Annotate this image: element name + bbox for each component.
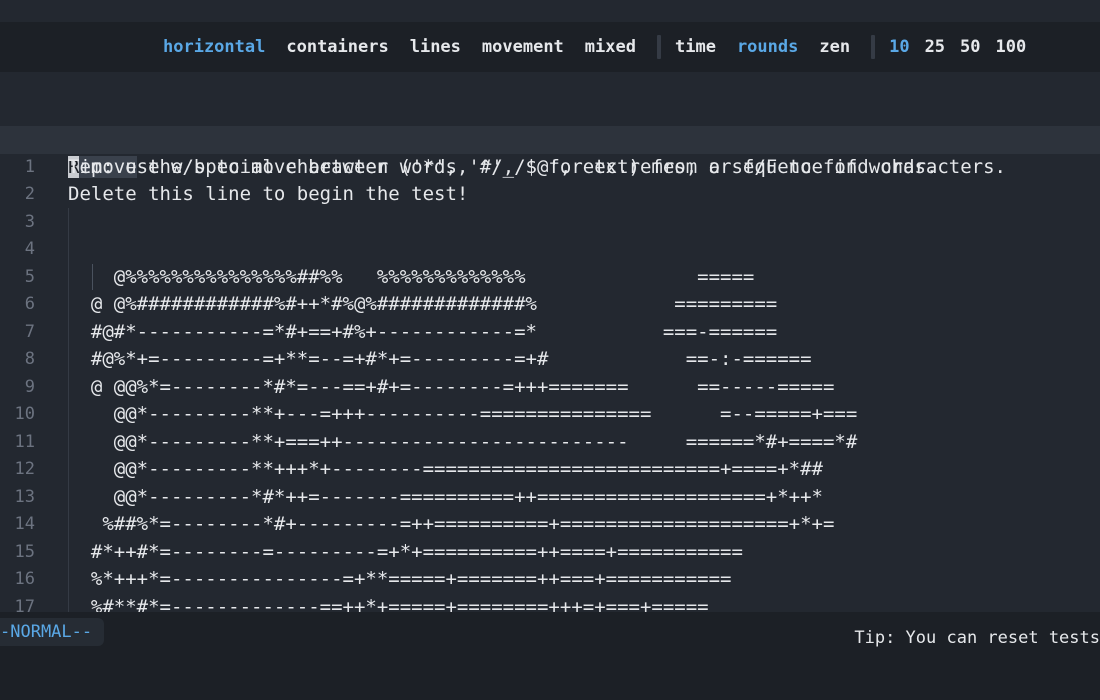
line-number: 9 xyxy=(24,376,35,397)
mode-indicator: -NORMAL-- xyxy=(0,618,105,646)
line-number: 16 xyxy=(14,569,35,589)
count-100[interactable]: 100 xyxy=(996,37,1027,57)
type-rounds[interactable]: rounds xyxy=(737,37,798,57)
mode-containers[interactable]: containers xyxy=(286,37,388,57)
editor-line[interactable]: 1 Tip: use w/b to move between words, ^/_… xyxy=(0,154,1100,182)
line-number: 15 xyxy=(14,541,35,562)
editor-line[interactable]: 8 #@%*+=---------=+**=--=+#*+=---------=… xyxy=(0,346,1100,374)
count-25[interactable]: 25 xyxy=(925,37,945,57)
line-text: #@#*-----------=*#+==+#%+------------=* … xyxy=(68,320,778,343)
line-text: Delete this line to begin the test! xyxy=(68,183,469,205)
editor-line[interactable]: 14 %##%*=--------*#+---------=++========… xyxy=(0,511,1100,539)
line-text: @@*---------**+++*+--------=============… xyxy=(68,458,823,480)
count-10[interactable]: 10 xyxy=(889,37,909,57)
line-text: @ @@%*=--------*#*=---==+#+=--------=+++… xyxy=(68,375,835,398)
line-text: %##%*=--------*#+---------=++==========+… xyxy=(68,513,835,535)
line-number: 10 xyxy=(14,404,35,424)
line-number: 2 xyxy=(24,184,35,204)
line-text: @@*---------**+===++--------------------… xyxy=(68,430,858,453)
config-divider xyxy=(656,35,661,59)
line-number: 1 xyxy=(24,156,35,177)
line-number: 5 xyxy=(24,266,35,287)
line-number: 7 xyxy=(24,321,35,342)
mode-mixed[interactable]: mixed xyxy=(585,37,636,57)
config-divider xyxy=(871,35,876,59)
editor-line[interactable]: 10 @@*---------**+---=+++----------=====… xyxy=(0,401,1100,429)
editor-line[interactable]: 12 @@*---------**+++*+--------==========… xyxy=(0,456,1100,484)
count-50[interactable]: 50 xyxy=(960,37,980,57)
line-number: 8 xyxy=(24,349,35,369)
mode-options: horizontal containers lines movement mix… xyxy=(163,37,657,57)
line-text: @@*---------*#*++=-------==========++===… xyxy=(68,485,823,508)
line-number: 14 xyxy=(14,514,35,534)
line-number: 4 xyxy=(24,239,35,259)
editor-line[interactable]: 16 %*+++*=---------------=+**=====+=====… xyxy=(0,566,1100,594)
mode-lines[interactable]: lines xyxy=(410,37,461,57)
vim-editor[interactable]: Remove the special character ('*', '#', … xyxy=(0,126,1100,612)
type-time[interactable]: time xyxy=(675,37,716,57)
line-text: #@%*+=---------=+**=--=+#*+=---------=+#… xyxy=(68,348,812,370)
mode-movement[interactable]: movement xyxy=(482,37,564,57)
editor-line[interactable]: 2 Delete this line to begin the test! xyxy=(0,181,1100,209)
line-text: %#**#*=-------------==++*+=====+========… xyxy=(68,595,709,613)
line-number: 17 xyxy=(14,596,35,613)
line-text: #*++#*=--------=---------=+*+==========+… xyxy=(68,540,743,563)
editor-line[interactable]: 5 @%%%%%%%%%%%%%%%##%% %%%%%%%%%%%%% ===… xyxy=(0,264,1100,292)
editor-line[interactable]: 9 @ @@%*=--------*#*=---==+#+=--------=+… xyxy=(0,374,1100,402)
type-zen[interactable]: zen xyxy=(819,37,850,57)
current-line[interactable]: Remove the special character ('*', '#', … xyxy=(0,126,1100,178)
status-tip: Tip: You can reset tests xyxy=(854,628,1100,648)
line-text: Tip: use w/b to move between words, ^/_/… xyxy=(68,155,1006,178)
line-text: @%%%%%%%%%%%%%%%##%% %%%%%%%%%%%%% ===== xyxy=(68,265,755,288)
editor-line[interactable]: 6 @ @%############%#++*#%@%#############… xyxy=(0,291,1100,319)
editor-line[interactable]: 17 %#**#*=-------------==++*+=====+=====… xyxy=(0,594,1100,613)
line-number: 13 xyxy=(14,486,35,507)
line-number: 12 xyxy=(14,459,35,479)
line-text: %*+++*=---------------=+**=====+=======+… xyxy=(68,568,732,590)
config-bar: horizontal containers lines movement mix… xyxy=(0,22,1100,72)
test-type-options: time rounds zen xyxy=(675,37,871,57)
status-bar: -NORMAL-- Tip: You can reset tests xyxy=(0,612,1100,700)
editor-line[interactable]: 13 @@*---------*#*++=-------==========++… xyxy=(0,484,1100,512)
line-text: @ @%############%#++*#%@%#############% … xyxy=(68,293,778,315)
editor-line[interactable]: 15 #*++#*=--------=---------=+*+========… xyxy=(0,539,1100,567)
count-options: 10 25 50 100 xyxy=(889,37,1041,57)
line-number: 11 xyxy=(14,431,35,452)
mode-horizontal[interactable]: horizontal xyxy=(163,37,265,57)
editor-line[interactable]: 7 #@#*-----------=*#+==+#%+------------=… xyxy=(0,319,1100,347)
line-text: @@*---------**+---=+++----------========… xyxy=(68,403,858,425)
editor-line[interactable]: 3 xyxy=(0,209,1100,237)
editor-line[interactable]: 11 @@*---------**+===++-----------------… xyxy=(0,429,1100,457)
line-number: 3 xyxy=(24,211,35,232)
line-number: 6 xyxy=(24,294,35,314)
editor-line[interactable]: 4 xyxy=(0,236,1100,264)
